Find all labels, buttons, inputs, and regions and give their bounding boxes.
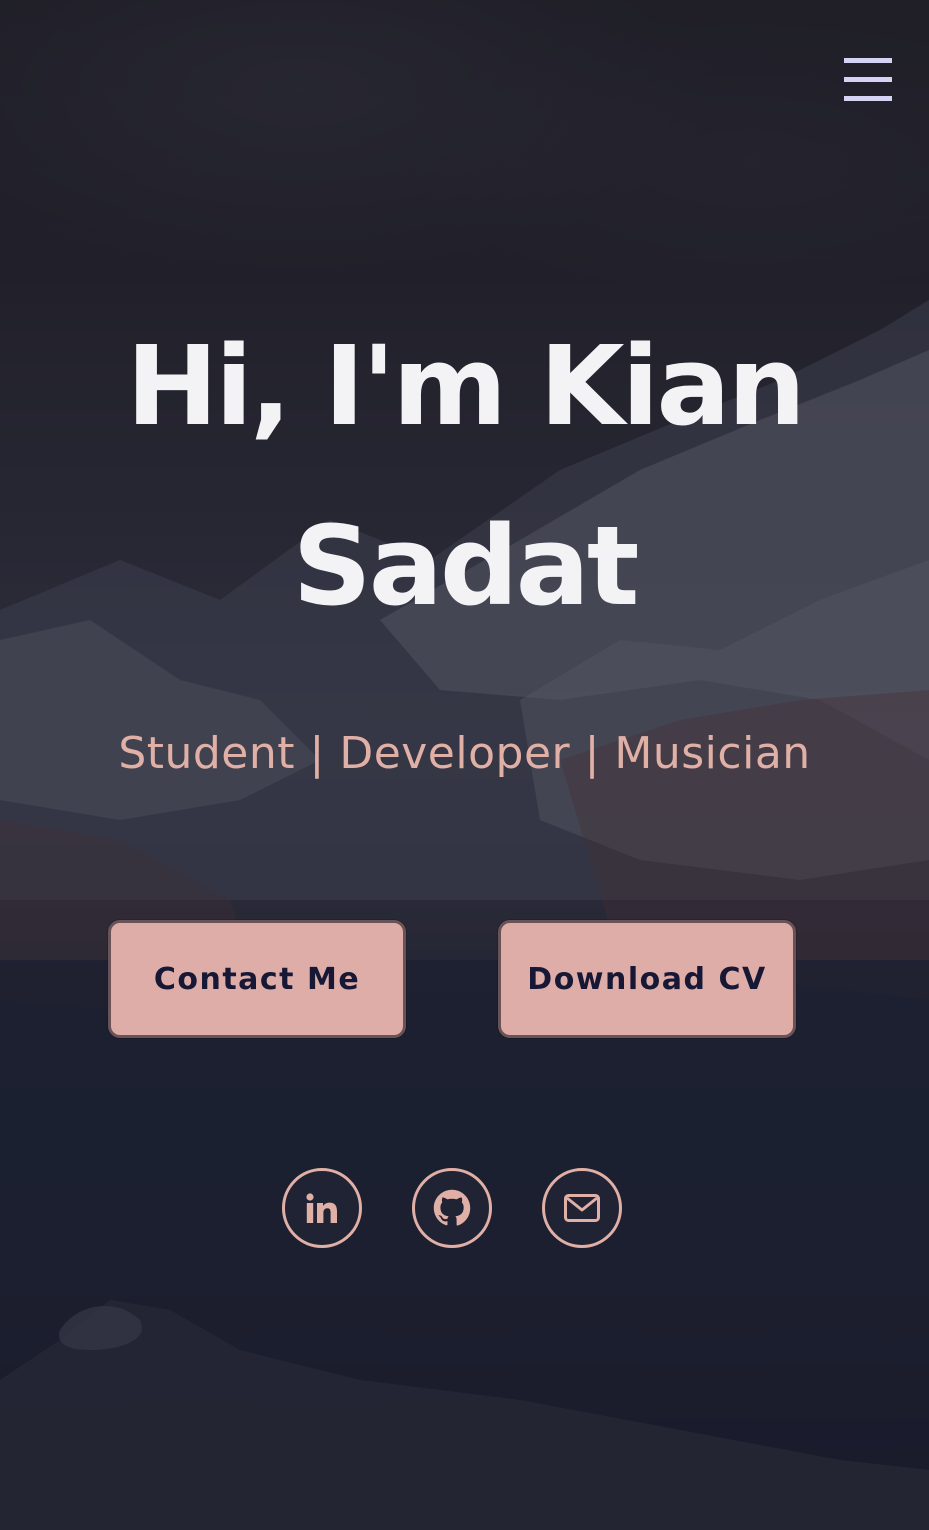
github-icon <box>433 1189 471 1226</box>
hamburger-menu-icon[interactable] <box>842 58 894 104</box>
download-cv-button[interactable]: Download CV <box>498 920 796 1038</box>
github-link[interactable] <box>412 1168 492 1248</box>
menu-bar <box>844 96 892 101</box>
linkedin-link[interactable] <box>282 1168 362 1248</box>
mail-icon <box>564 1194 600 1222</box>
contact-me-button[interactable]: Contact Me <box>108 920 406 1038</box>
email-link[interactable] <box>542 1168 622 1248</box>
hero-subtitle: Student | Developer | Musician <box>118 728 811 779</box>
hero-title: Hi, I'm Kian Sadat <box>126 322 806 630</box>
linkedin-icon <box>306 1193 337 1223</box>
menu-bar <box>844 58 892 63</box>
menu-bar <box>844 77 892 82</box>
hero-section: Hi, I'm Kian Sadat Student | Developer |… <box>0 0 929 1530</box>
